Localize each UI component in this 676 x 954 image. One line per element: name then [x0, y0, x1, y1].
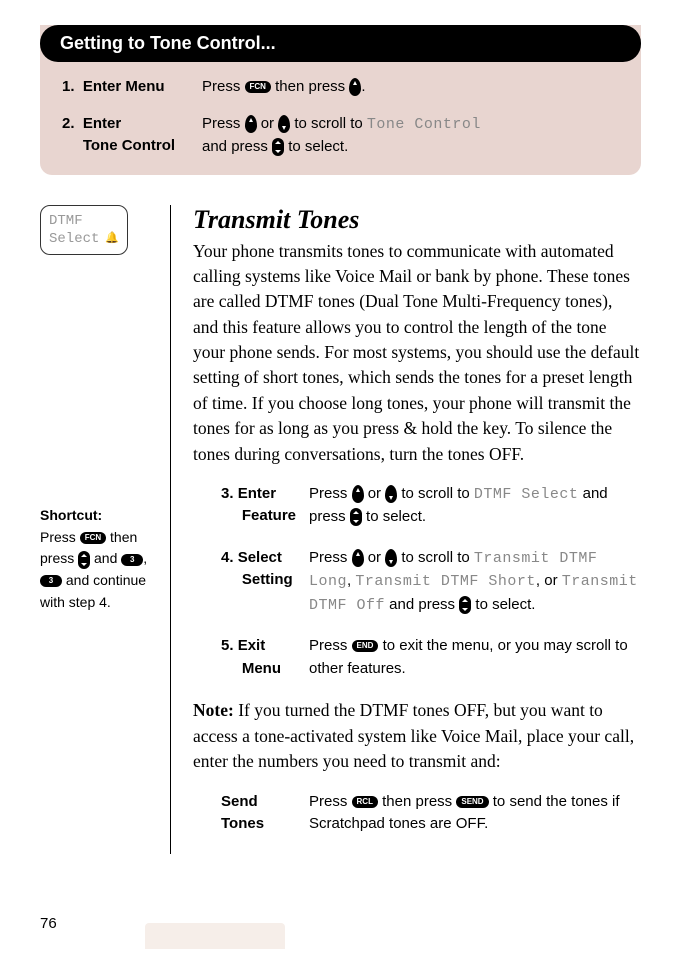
- page-number: 76: [40, 915, 57, 932]
- bell-icon: 🔔: [105, 232, 119, 246]
- rcl-key-icon: RCL: [352, 796, 378, 808]
- header-step-1: 1. Enter Menu Press FCN then press .: [62, 76, 619, 99]
- up-key-icon: [352, 549, 364, 567]
- phone-line1: DTMF: [49, 212, 119, 230]
- step-label: Enter Menu: [83, 78, 165, 95]
- up-key-icon: [352, 485, 364, 503]
- down-key-icon: [385, 549, 397, 567]
- body-paragraph: Your phone transmits tones to communicat…: [193, 239, 641, 467]
- three-key-icon: 3: [40, 575, 62, 587]
- three-key-icon: 3: [121, 554, 143, 566]
- send-key-icon: SEND: [456, 796, 488, 808]
- step-label-line1: Enter: [83, 115, 121, 132]
- step-label-line2: Tone Control: [83, 137, 175, 154]
- step-4: 4. Select Setting Press or to scroll to …: [221, 547, 641, 618]
- section-heading: Transmit Tones: [193, 205, 641, 235]
- footer-tab: [145, 923, 285, 949]
- step-number: 1.: [62, 78, 75, 95]
- lcd-text: Transmit DTMF Short: [355, 573, 536, 590]
- lcd-text: Tone Control: [367, 116, 481, 133]
- note-label: Note:: [193, 700, 234, 720]
- nav-key-icon: [349, 78, 361, 96]
- select-key-icon: [272, 138, 284, 156]
- fcn-key-icon: FCN: [80, 532, 106, 544]
- shortcut-title: Shortcut:: [40, 507, 102, 523]
- end-key-icon: END: [352, 640, 379, 652]
- step-5: 5. Exit Menu Press END to exit the menu,…: [221, 635, 641, 680]
- lcd-text: DTMF Select: [474, 486, 579, 503]
- phone-display: DTMF Select 🔔: [40, 205, 128, 255]
- header-step-2: 2. Enter Tone Control Press or to scroll…: [62, 113, 619, 159]
- send-tones-step: Send Tones Press RCL then press SEND to …: [221, 791, 641, 836]
- header-title: Getting to Tone Control...: [40, 25, 641, 62]
- shortcut-box: Shortcut: Press FCN then press and 3, 3 …: [40, 505, 160, 613]
- fcn-key-icon: FCN: [245, 81, 271, 93]
- select-key-icon: [459, 596, 471, 614]
- step-3: 3. Enter Feature Press or to scroll to D…: [221, 483, 641, 529]
- select-key-icon: [78, 551, 90, 569]
- down-key-icon: [278, 115, 290, 133]
- step-number: 2.: [62, 115, 75, 132]
- down-key-icon: [385, 485, 397, 503]
- up-key-icon: [245, 115, 257, 133]
- select-key-icon: [350, 508, 362, 526]
- note-paragraph: Note: If you turned the DTMF tones OFF, …: [193, 698, 641, 774]
- phone-line2: Select: [49, 230, 99, 248]
- header-procedure-box: Getting to Tone Control... 1. Enter Menu…: [40, 25, 641, 175]
